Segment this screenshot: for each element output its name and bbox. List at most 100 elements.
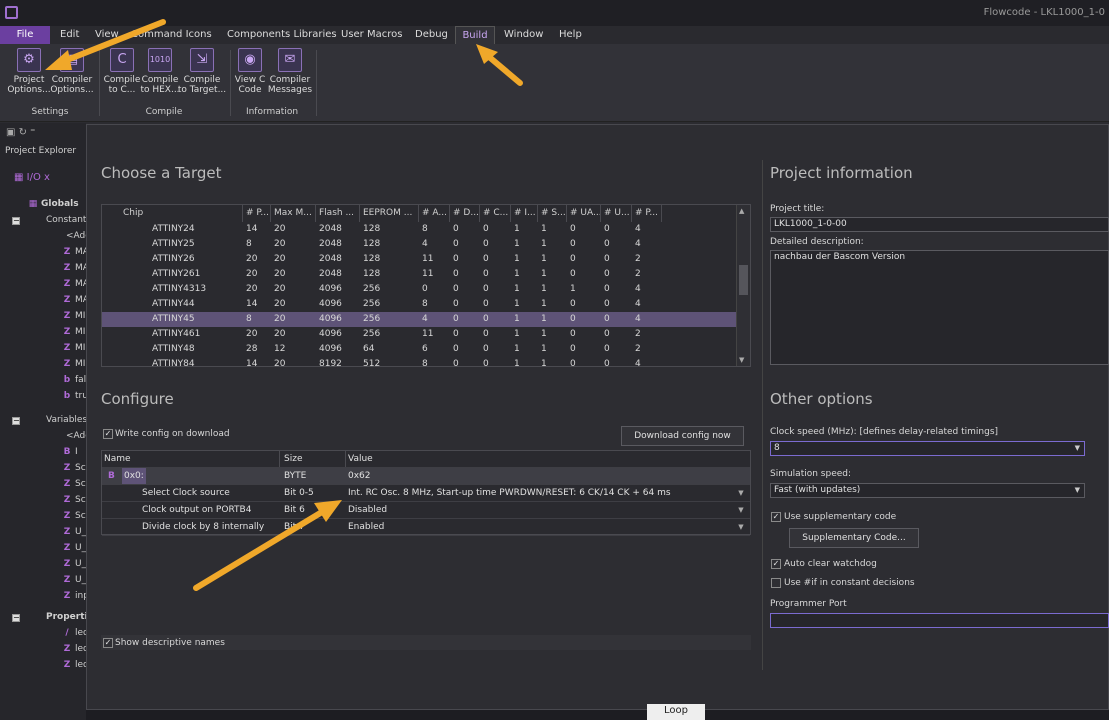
chip-row[interactable]: ATTINY84 14 20 8192 512 8 0 0 1 1 0 0 4 [102,357,737,367]
chip-table-scrollbar[interactable]: ▲ ▼ [736,205,750,366]
config-row-byte[interactable]: B 0x0: BYTE 0x62 [102,468,750,485]
config-row-divide-clock[interactable]: Divide clock by 8 internally Bit 7 Enabl… [102,519,750,536]
chip-cell: 4 [635,284,641,294]
dropdown-arrow-icon[interactable]: ▼ [736,519,746,535]
column-header[interactable]: EEPROM ... [360,205,419,222]
column-header[interactable]: # UA... [567,205,601,222]
menu-help[interactable]: Help [559,26,582,44]
variable-type-icon: Z [63,559,71,569]
menu-window[interactable]: Window [504,26,543,44]
compiler-messages-button[interactable]: ✉ Compiler Messages [265,44,315,95]
explorer-tree-item[interactable]: Properti [46,612,88,622]
collapse-icon[interactable]: − [12,417,20,425]
project-title-input[interactable]: LKL1000_1-0-00 [770,217,1109,232]
scroll-down-icon[interactable]: ▼ [739,356,744,364]
supplementary-code-button[interactable]: Supplementary Code... [789,528,919,548]
explorer-tree-item[interactable]: ▦ Globals [28,199,79,209]
column-header[interactable]: # S... [538,205,567,222]
scroll-up-icon[interactable]: ▲ [739,207,744,215]
chip-cell: 20 [274,269,286,279]
chip-cell: 0 [604,344,610,354]
chip-row[interactable]: ATTINY44 14 20 4096 256 8 0 0 1 1 0 0 4 [102,297,737,312]
chip-cell: 0 [483,239,489,249]
collapse-icon[interactable]: − [12,614,20,622]
chip-row[interactable]: ATTINY26 20 20 2048 128 11 0 0 1 1 0 0 2 [102,252,737,267]
chip-name: ATTINY461 [152,329,201,339]
explorer-tree-item[interactable]: Variables [46,415,87,425]
column-header[interactable]: Max M... [271,205,316,222]
chip-cell: 8 [422,224,428,234]
write-config-checkbox[interactable]: ✓ [103,429,113,439]
chip-cell: 20 [246,329,258,339]
compile-to-target-button[interactable]: ⇲ Compile to Target... [177,44,227,95]
config-value[interactable]: Int. RC Osc. 8 MHz, Start-up time PWRDWN… [348,485,728,501]
clock-speed-select[interactable]: 8 ▼ [770,441,1085,456]
download-config-button[interactable]: Download config now [621,426,744,446]
scroll-thumb[interactable] [739,265,748,295]
chip-cell: 0 [570,299,576,309]
menu-bar: File Edit View Command Icons Components … [0,26,1109,44]
chip-row[interactable]: ATTINY461 20 20 4096 256 11 0 0 1 1 0 0 2 [102,327,737,342]
dropdown-arrow-icon[interactable]: ▼ [736,485,746,501]
auto-clear-watchdog-checkbox[interactable]: ✓ [771,559,781,569]
chip-cell: 0 [570,269,576,279]
simulation-speed-select[interactable]: Fast (with updates) ▼ [770,483,1085,498]
supplementary-code-label: Use supplementary code [784,512,897,522]
column-header[interactable]: # P... [632,205,662,222]
collapse-icon[interactable]: − [12,217,20,225]
chip-cell: 0 [570,314,576,324]
simulation-speed-label: Simulation speed: [770,469,852,479]
chip-row[interactable]: ATTINY25 8 20 2048 128 4 0 0 1 1 0 0 4 [102,237,737,252]
explorer-tree-item[interactable]: Constant [46,215,86,225]
chip-row-selected[interactable]: ATTINY45 8 20 4096 256 4 0 0 1 1 0 0 4 [102,312,737,327]
chip-row[interactable]: ATTINY24 14 20 2048 128 8 0 0 1 1 0 0 4 [102,222,737,237]
config-value[interactable]: Disabled [348,502,387,518]
chip-cell: 28 [246,344,258,354]
menu-command-icons[interactable]: Command Icons [131,26,212,44]
dropdown-arrow-icon[interactable]: ▼ [736,502,746,518]
menu-debug[interactable]: Debug [415,26,448,44]
menu-edit[interactable]: Edit [60,26,79,44]
chip-cell: 8 [246,239,252,249]
chip-row[interactable]: ATTINY48 28 12 4096 64 6 0 0 1 1 0 0 2 [102,342,737,357]
menu-user-macros[interactable]: User Macros [341,26,402,44]
config-row-clock-source[interactable]: Select Clock source Bit 0-5 Int. RC Osc.… [102,485,750,502]
loop-block[interactable]: Loop [647,704,705,720]
column-header[interactable]: # U... [601,205,632,222]
config-size: Bit 6 [284,505,305,515]
button-label: Compile [183,75,221,85]
explorer-tree-item[interactable]: BI [62,447,78,457]
column-header[interactable]: Chip [120,205,243,222]
clock-speed-value: 8 [774,443,780,453]
chip-cell: 1 [514,329,520,339]
description-textarea[interactable]: nachbau der Bascom Version [770,250,1109,365]
column-header[interactable]: # A... [419,205,450,222]
button-label: Project [13,75,45,85]
chip-row[interactable]: ATTINY261 20 20 2048 128 11 0 0 1 1 0 0 2 [102,267,737,282]
programmer-port-input[interactable] [770,613,1109,628]
compiler-options-button[interactable]: ▤ Compiler Options... [47,44,97,95]
menu-build[interactable]: Build [455,26,495,44]
chip-name: ATTINY84 [152,359,195,367]
menu-view[interactable]: View [95,26,119,44]
column-header[interactable]: # P... [243,205,271,222]
chip-row[interactable]: ATTINY4313 20 20 4096 256 0 0 0 1 1 1 0 4 [102,282,737,297]
variable-type-icon: Z [63,279,71,289]
chip-cell: 0 [453,329,459,339]
config-value[interactable]: Enabled [348,519,384,535]
show-names-checkbox[interactable]: ✓ [103,638,113,648]
chip-cell: 20 [246,284,258,294]
chip-cell: 0 [483,254,489,264]
column-header[interactable]: # D... [450,205,480,222]
column-header[interactable]: Flash ... [316,205,360,222]
menu-file[interactable]: File [0,26,50,44]
chip-cell: 6 [422,344,428,354]
supplementary-code-checkbox[interactable]: ✓ [771,512,781,522]
column-header[interactable]: # C... [480,205,511,222]
chip-table[interactable]: Chip # P... Max M... Flash ... EEPROM ... # A… [101,204,751,367]
use-ifdef-checkbox[interactable] [771,578,781,588]
column-header[interactable]: # I... [511,205,538,222]
menu-components-libraries[interactable]: Components Libraries [227,26,337,44]
config-row-clock-output[interactable]: Clock output on PORTB4 Bit 6 Disabled ▼ [102,502,750,519]
chip-cell: 4 [635,224,641,234]
